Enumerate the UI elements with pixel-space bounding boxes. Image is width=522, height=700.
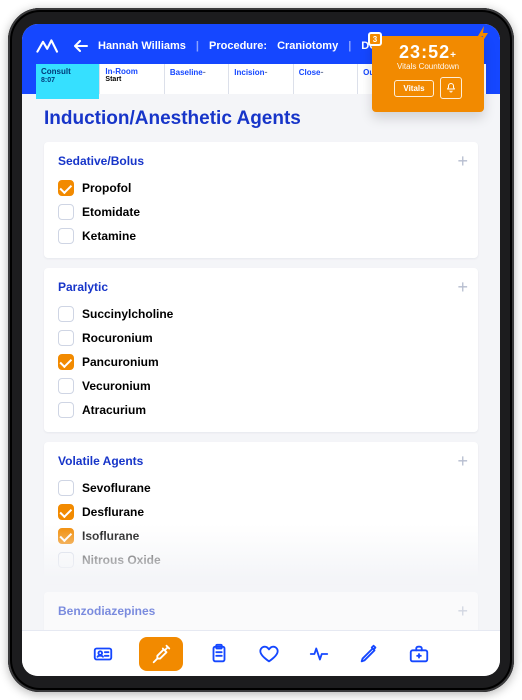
agent-name: Nitrous Oxide (82, 553, 161, 567)
agent-row[interactable]: Succinylcholine (58, 302, 464, 326)
app-logo-icon (36, 38, 64, 54)
agent-name: Sevoflurane (82, 481, 151, 495)
section-card: Sedative/Bolus+ Propofol Etomidate Ketamine (44, 142, 478, 258)
section-card: Paralytic+ Succinylcholine Rocuronium Pancu… (44, 268, 478, 432)
section-title: Paralytic (58, 280, 464, 294)
vitals-countdown-card[interactable]: 3 23:52+ Vitals Countdown Vitals (372, 36, 484, 112)
agent-name: Desflurane (82, 505, 144, 519)
agent-name: Propofol (82, 181, 131, 195)
vitals-time-value: 23:52 (399, 42, 450, 62)
add-item-icon[interactable]: + (457, 602, 468, 620)
agent-sections: Sedative/Bolus+PropofolEtomidateKetamine… (44, 142, 478, 630)
alerts-bell-button[interactable] (440, 77, 462, 99)
nav-pulse-icon[interactable] (305, 640, 333, 668)
timeline-step-1[interactable]: In-RoomStart (100, 64, 164, 94)
agent-name: Vecuronium (82, 379, 151, 393)
agent-row[interactable]: Desflurane (58, 500, 464, 524)
agent-row[interactable]: Isoflurane (58, 524, 464, 548)
section-card: Volatile Agents+ Sevoflurane Desflurane Iso… (44, 442, 478, 582)
checkbox[interactable] (58, 204, 74, 220)
agent-name: Atracurium (82, 403, 146, 417)
vitals-time-suffix: + (450, 50, 457, 61)
agent-row[interactable]: Pancuronium (58, 350, 464, 374)
agent-row[interactable]: Nitrous Oxide (58, 548, 464, 572)
checkbox[interactable] (58, 402, 74, 418)
vitals-button[interactable]: Vitals (394, 80, 433, 97)
section-title: Sedative/Bolus (58, 154, 464, 168)
vitals-time: 23:52+ (380, 42, 476, 63)
agent-row[interactable]: Rocuronium (58, 326, 464, 350)
agent-name: Pancuronium (82, 355, 159, 369)
header-separator: | (348, 40, 351, 52)
add-item-icon[interactable]: + (457, 278, 468, 296)
nav-clipboard-icon[interactable] (205, 640, 233, 668)
nav-id-card-icon[interactable] (89, 640, 117, 668)
agent-name: Rocuronium (82, 331, 153, 345)
nav-pen-icon[interactable] (355, 640, 383, 668)
timeline-step-3[interactable]: Incision- (229, 64, 293, 94)
vitals-footer: Vitals (380, 77, 476, 99)
agent-row[interactable]: Atracurium (58, 398, 464, 422)
tablet-frame: Hannah Williams | Procedure: Craniotomy … (8, 8, 514, 692)
timeline-step-2[interactable]: Baseline- (165, 64, 229, 94)
back-icon[interactable] (74, 40, 88, 52)
section-title: Volatile Agents (58, 454, 464, 468)
agent-name: Etomidate (82, 205, 140, 219)
nav-heart-icon[interactable] (255, 640, 283, 668)
bolt-icon (476, 26, 490, 44)
app-header: Hannah Williams | Procedure: Craniotomy … (22, 24, 500, 94)
nav-briefcase-medical-icon[interactable] (405, 640, 433, 668)
checkbox[interactable] (58, 306, 74, 322)
patient-name[interactable]: Hannah Williams (98, 40, 186, 52)
add-item-icon[interactable]: + (457, 152, 468, 170)
agent-row[interactable]: Vecuronium (58, 374, 464, 398)
checkbox[interactable] (58, 528, 74, 544)
checkbox[interactable] (58, 180, 74, 196)
agent-row[interactable]: Etomidate (58, 200, 464, 224)
checkbox[interactable] (58, 552, 74, 568)
agent-name: Succinylcholine (82, 307, 173, 321)
timeline-step-4[interactable]: Close- (294, 64, 358, 94)
vitals-label: Vitals Countdown (380, 62, 476, 71)
procedure-value: Craniotomy (277, 40, 338, 52)
checkbox[interactable] (58, 330, 74, 346)
section-title: Benzodiazepines (58, 604, 464, 618)
agent-name: Ketamine (82, 229, 136, 243)
vitals-badge-count: 3 (368, 32, 382, 46)
timeline-step-0[interactable]: Consult8:07 (36, 64, 100, 94)
app-screen: Hannah Williams | Procedure: Craniotomy … (22, 24, 500, 676)
checkbox[interactable] (58, 354, 74, 370)
checkbox[interactable] (58, 480, 74, 496)
agent-row[interactable]: Sevoflurane (58, 476, 464, 500)
checkbox[interactable] (58, 504, 74, 520)
section-card: Benzodiazepines+ (44, 592, 478, 630)
procedure-label: Procedure: (209, 40, 267, 52)
checkbox[interactable] (58, 378, 74, 394)
bottom-nav (22, 630, 500, 676)
main-content: Induction/Anesthetic Agents Sedative/Bol… (22, 94, 500, 630)
header-separator: | (196, 40, 199, 52)
checkbox[interactable] (58, 228, 74, 244)
nav-syringe-icon[interactable] (139, 637, 183, 671)
agent-row[interactable]: Propofol (58, 176, 464, 200)
agent-name: Isoflurane (82, 529, 139, 543)
add-item-icon[interactable]: + (457, 452, 468, 470)
agent-row[interactable]: Ketamine (58, 224, 464, 248)
